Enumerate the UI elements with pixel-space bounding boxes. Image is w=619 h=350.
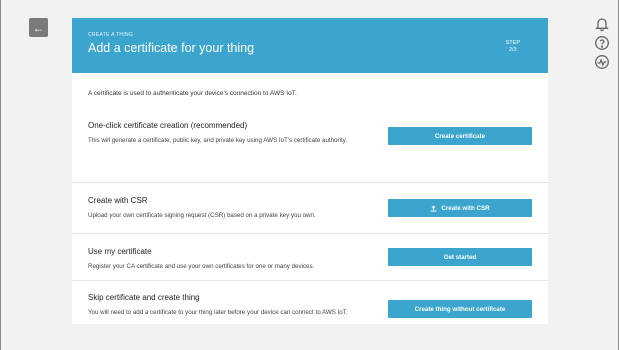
create-certificate-button[interactable]: Create certificate <box>388 127 532 145</box>
arrow-left-icon: ← <box>32 20 45 35</box>
option-csr: Create with CSR Upload your own certific… <box>72 183 548 234</box>
option-description: This will generate a certificate, public… <box>88 137 347 144</box>
step-indicator: STEP 2/3 <box>506 40 520 54</box>
button-label: Create thing without certificate <box>414 305 506 313</box>
page-title: Add a certificate for your thing <box>88 41 255 55</box>
step-label: STEP <box>505 40 520 46</box>
right-utility-rail <box>594 16 610 73</box>
option-description: Upload your own certificate signing requ… <box>88 212 316 219</box>
create-thing-without-certificate-button[interactable]: Create thing without certificate <box>388 300 532 318</box>
step-value: 2/3 <box>508 47 517 53</box>
option-description: You will need to add a certificate to yo… <box>88 309 348 316</box>
pulse-circle-icon[interactable] <box>594 54 610 70</box>
bell-icon[interactable] <box>594 16 610 32</box>
intro-text: A certificate is used to authenticate yo… <box>88 90 297 97</box>
option-title: Skip certificate and create thing <box>88 293 200 302</box>
header-eyebrow: CREATE A THING <box>88 32 134 38</box>
button-label: Get started <box>443 253 477 261</box>
button-label: Create certificate <box>434 132 486 140</box>
option-skip-certificate: Skip certificate and create thing You wi… <box>72 281 548 338</box>
create-with-csr-button[interactable]: Create with CSR <box>388 199 532 217</box>
question-circle-icon[interactable] <box>594 35 610 51</box>
window-edge-left <box>0 0 1 350</box>
upload-icon <box>430 204 437 212</box>
card-header: CREATE A THING Add a certificate for you… <box>72 18 548 73</box>
option-my-certificate: Use my certificate Register your CA cert… <box>72 234 548 281</box>
create-thing-card: CREATE A THING Add a certificate for you… <box>72 18 548 324</box>
button-label: Create with CSR <box>441 204 490 212</box>
option-one-click: One-click certificate creation (recommen… <box>72 120 548 183</box>
get-started-button[interactable]: Get started <box>388 248 532 266</box>
option-description: Register your CA certificate and use you… <box>88 263 315 270</box>
back-button[interactable]: ← <box>29 18 48 37</box>
